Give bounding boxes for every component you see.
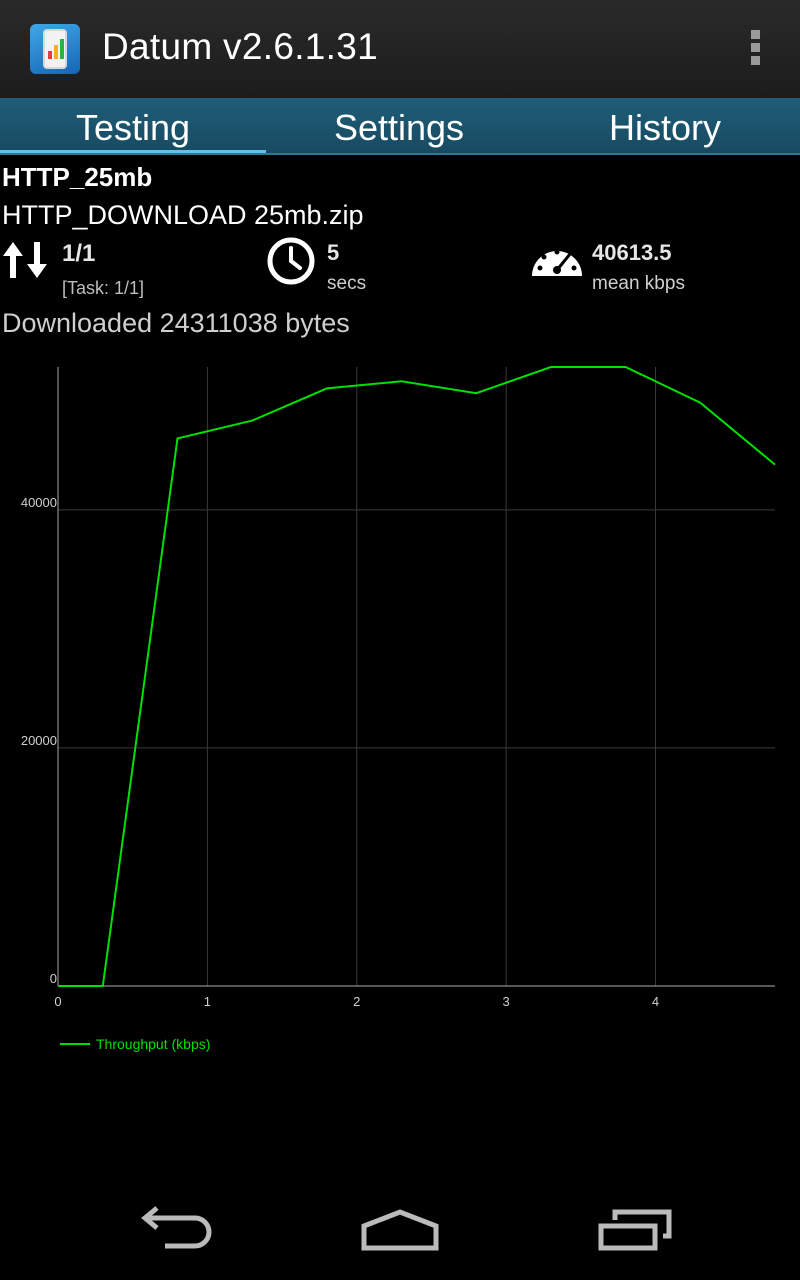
y-tick-label: 20000	[21, 733, 57, 748]
y-tick-label: 40000	[21, 495, 57, 510]
overflow-menu-icon[interactable]	[745, 30, 765, 70]
app-phone-icon	[30, 24, 80, 74]
up-down-arrows-icon	[3, 242, 47, 278]
mean-kbps-value: 40613.5	[592, 240, 672, 265]
legend-label: Throughput (kbps)	[96, 1036, 210, 1052]
tab-settings[interactable]: Settings	[266, 98, 532, 154]
tab-testing[interactable]: Testing	[0, 98, 266, 154]
x-tick-label: 1	[204, 994, 211, 1009]
recents-icon[interactable]	[585, 1200, 685, 1260]
clock-icon	[267, 237, 315, 285]
downloaded-bytes: Downloaded 24311038 bytes	[2, 308, 350, 338]
duration-unit: secs	[327, 273, 367, 294]
navigation-bar	[0, 1180, 800, 1280]
mean-kbps-unit: mean kbps	[592, 273, 685, 294]
tab-history[interactable]: History	[532, 98, 798, 154]
x-tick-label: 2	[353, 994, 360, 1009]
throughput-chart: 0 1 2 3 4 0 20000 40000 Throughput (kbps)	[21, 366, 776, 1052]
home-icon[interactable]	[350, 1200, 450, 1260]
x-tick-label: 4	[652, 994, 659, 1009]
app-title: Datum v2.6.1.31	[102, 26, 378, 67]
x-tick-label: 3	[503, 994, 510, 1009]
test-file: HTTP_DOWNLOAD 25mb.zip	[2, 200, 364, 230]
tab-divider	[0, 153, 800, 155]
task-progress: [Task: 1/1]	[62, 278, 145, 298]
action-bar: Datum v2.6.1.31	[0, 0, 800, 98]
test-name: HTTP_25mb	[2, 162, 153, 192]
tab-bar: Testing Settings History	[0, 98, 800, 154]
y-tick-label: 0	[50, 971, 57, 986]
speedometer-icon	[532, 249, 582, 276]
test-count: 1/1	[62, 240, 96, 267]
back-icon[interactable]	[125, 1200, 225, 1260]
duration-value: 5	[327, 240, 340, 265]
x-tick-label: 0	[54, 994, 61, 1009]
series-line	[58, 366, 776, 987]
